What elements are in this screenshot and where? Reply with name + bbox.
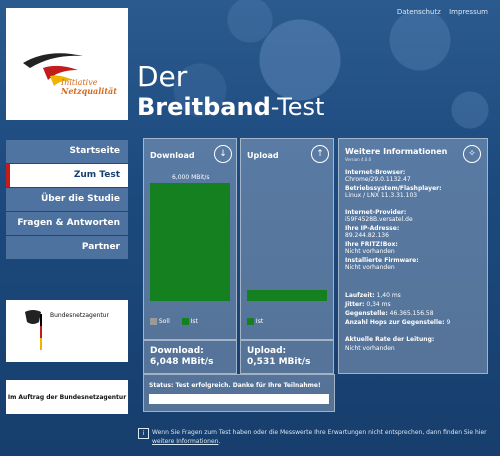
footer-text: Wenn Sie Fragen zum Test haben oder die …	[152, 429, 487, 445]
ist-legend-swatch	[181, 318, 189, 325]
nav-item-startseite[interactable]: Startseite	[6, 140, 128, 163]
download-bar-area	[150, 183, 230, 301]
upload-panel: Upload ↑ Ist	[240, 138, 334, 340]
auftrag-label: Im Auftrag der Bundesnetzagentur	[7, 394, 127, 401]
top-links: Datenschutz Impressum	[391, 8, 488, 16]
ist-legend-label: Ist	[190, 318, 198, 325]
info-icon: i	[138, 428, 149, 439]
info-heading: Weitere Informationen	[345, 147, 448, 156]
upload-result-panel: Upload: 0,531 MBit/s	[240, 340, 334, 374]
upload-result-label: Upload:	[247, 346, 287, 356]
upload-heading: Upload	[247, 151, 279, 160]
version-label: Version 4.0.0	[345, 157, 372, 162]
nav-item-ueber-die-studie[interactable]: Über die Studie	[6, 188, 128, 211]
hops-row: Anzahl Hops zur Gegenstelle: 9	[345, 319, 451, 326]
impressum-link[interactable]: Impressum	[449, 8, 488, 16]
upload-result-value: 0,531 MBit/s	[247, 357, 311, 367]
provider-value: i59F4528B.versatel.de	[345, 216, 413, 223]
status-panel: Status: Test erfolgreich. Danke für Ihre…	[143, 374, 335, 412]
auftrag-box: Im Auftrag der Bundesnetzagentur	[6, 380, 128, 414]
compass-icon: ✧	[463, 145, 481, 163]
eagle-flag-icon	[25, 310, 42, 350]
jitter-row: Jitter: 0,34 ms	[345, 301, 391, 308]
firmware-label: Installierte Firmware:	[345, 257, 419, 264]
ist-legend-swatch	[247, 318, 254, 325]
sidebar-nav: Startseite Zum Test Über die Studie Frag…	[6, 140, 128, 260]
browser-value: Chrome/29.0.1132.47	[345, 176, 411, 183]
download-panel: Download ↓ 6,000 MBit/s Soll Ist	[143, 138, 237, 340]
download-result-value: 6,048 MBit/s	[150, 357, 214, 367]
status-text: Status: Test erfolgreich. Danke für Ihre…	[149, 382, 321, 389]
status-progress-bar	[149, 394, 329, 404]
download-legend: Soll Ist	[150, 318, 198, 325]
nav-item-zum-test[interactable]: Zum Test	[6, 164, 128, 187]
weitere-informationen-link[interactable]: weitere Informationen	[152, 438, 218, 445]
upload-arrow-icon: ↑	[311, 145, 329, 163]
datenschutz-link[interactable]: Datenschutz	[397, 8, 441, 16]
upload-bar-area	[247, 183, 327, 301]
download-result-label: Download:	[150, 346, 204, 356]
page-title-line2: Breitband-Test	[137, 93, 325, 121]
firmware-value: Nicht vorhanden	[345, 264, 395, 271]
nav-item-partner[interactable]: Partner	[6, 236, 128, 259]
rate-label: Aktuelle Rate der Leitung:	[345, 336, 435, 343]
provider-label: Internet-Provider:	[345, 209, 407, 216]
info-panel: Weitere Informationen Version 4.0.0 ✧ In…	[338, 138, 488, 374]
soll-legend-label: Soll	[158, 318, 170, 325]
rate-value: Nicht vorhanden	[345, 345, 395, 352]
os-label: Betriebssystem/Flashplayer:	[345, 185, 442, 192]
fritzbox-label: Ihre FRITZ!Box:	[345, 241, 398, 248]
gegenstelle-row: Gegenstelle: 46.365.156.58	[345, 310, 434, 317]
ip-label: Ihre IP-Adresse:	[345, 225, 400, 232]
download-bar-label: 6,000 MBit/s	[172, 174, 210, 181]
nav-item-fragen-antworten[interactable]: Fragen & Antworten	[6, 212, 128, 235]
upload-bar	[247, 290, 327, 301]
browser-label: Internet-Browser:	[345, 169, 406, 176]
soll-legend-swatch	[150, 318, 157, 325]
download-result-panel: Download: 6,048 MBit/s	[143, 340, 237, 374]
ip-value: 89.244.82.136	[345, 232, 389, 239]
logo-text: Initiative Netzqualität	[61, 78, 117, 96]
fritzbox-value: Nicht vorhanden	[345, 248, 395, 255]
os-value: Linux / LNX 11.3.31.103	[345, 192, 418, 199]
bundesnetzagentur-label: Bundesnetzagentur	[50, 312, 109, 319]
download-heading: Download	[150, 151, 195, 160]
laufzeit-row: Laufzeit: 1,40 ms	[345, 292, 401, 299]
logo-box[interactable]: Initiative Netzqualität	[6, 8, 128, 120]
bundesnetzagentur-logo[interactable]: Bundesnetzagentur	[6, 300, 128, 362]
download-bar	[150, 183, 230, 301]
download-arrow-icon: ↓	[214, 145, 232, 163]
upload-legend: Ist	[247, 318, 263, 325]
ist-legend-label: Ist	[255, 318, 264, 325]
page-title-line1: Der	[137, 60, 188, 93]
